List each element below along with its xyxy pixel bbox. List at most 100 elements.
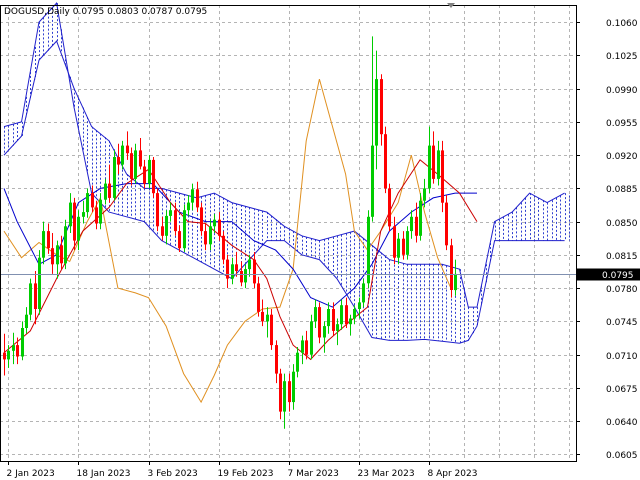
candle-body xyxy=(38,257,41,309)
candle-body xyxy=(165,215,168,236)
candle-body xyxy=(213,219,216,227)
candle-body xyxy=(191,189,194,203)
candle-body xyxy=(353,309,356,319)
candle-body xyxy=(406,231,409,255)
x-tick-label: 3 Feb 2023 xyxy=(148,469,198,479)
candle-bear[interactable] xyxy=(200,202,203,236)
candle-body xyxy=(367,216,370,284)
candle-body xyxy=(371,145,374,217)
candle-bear[interactable] xyxy=(152,157,155,198)
candle-bull[interactable] xyxy=(310,314,313,360)
candle-bull[interactable] xyxy=(29,278,32,321)
candle-body xyxy=(283,381,286,412)
y-tick-label: 0.0955 xyxy=(606,119,638,129)
candle-bear[interactable] xyxy=(445,195,448,251)
candle-body xyxy=(375,79,378,146)
candle-bull[interactable] xyxy=(183,204,186,253)
candle-bear[interactable] xyxy=(156,188,159,232)
y-tick-label: 0.0850 xyxy=(606,219,638,229)
candle-body xyxy=(169,210,172,216)
candle-body xyxy=(275,345,278,374)
y-tick-label: 0.1025 xyxy=(606,52,638,62)
candle-body xyxy=(292,371,295,403)
ohlc-values: 0.0795 0.0803 0.0787 0.0795 xyxy=(73,7,208,17)
candle-body xyxy=(441,150,444,203)
candle-bull[interactable] xyxy=(38,250,41,315)
candle-body xyxy=(345,305,348,325)
candle-bear[interactable] xyxy=(384,126,387,194)
candle-body xyxy=(323,326,326,338)
candle-body xyxy=(231,264,234,279)
candle-body xyxy=(270,314,273,346)
candle-body xyxy=(327,309,330,327)
candle-bull[interactable] xyxy=(148,155,151,189)
candle-body xyxy=(200,207,203,232)
y-tick-label: 0.0745 xyxy=(606,318,638,328)
candle-bear[interactable] xyxy=(388,183,391,232)
candle-body xyxy=(310,321,313,355)
candle-body xyxy=(415,216,418,236)
candle-body xyxy=(296,352,299,372)
candle-bull[interactable] xyxy=(113,150,116,201)
x-tick-label: 7 Mar 2023 xyxy=(288,469,339,479)
candle-body xyxy=(178,231,181,249)
candle-body xyxy=(410,216,413,232)
y-tick-label: 0.0605 xyxy=(606,451,638,461)
candle-body xyxy=(121,145,124,165)
candle-body xyxy=(253,259,256,284)
candle-body xyxy=(428,145,431,189)
candle-bull[interactable] xyxy=(406,226,409,260)
candle-bear[interactable] xyxy=(222,231,225,265)
candle-body xyxy=(305,340,308,355)
candle-body xyxy=(69,202,72,227)
price-chart[interactable]: 0.1060 0.1025 0.0990 0.0955 0.0920 0.0885 0.08… xyxy=(0,0,640,480)
candle-bull[interactable] xyxy=(64,219,67,270)
candle-body xyxy=(108,183,111,198)
candle-bear[interactable] xyxy=(270,309,273,350)
candle-body xyxy=(16,345,19,357)
candle-body xyxy=(437,150,440,179)
candle-body xyxy=(104,183,107,200)
candle-body xyxy=(86,193,89,213)
y-tick-label: 0.0990 xyxy=(606,86,638,96)
x-tick-label: 2 Jan 2023 xyxy=(7,469,55,479)
candle-body xyxy=(362,283,365,303)
candle-bull[interactable] xyxy=(367,210,370,289)
candle-body xyxy=(384,134,387,189)
candle-body xyxy=(332,309,335,331)
y-tick-label: 0.0885 xyxy=(606,185,638,195)
y-tick-label: 0.0675 xyxy=(606,385,638,395)
y-tick-label: 0.0920 xyxy=(606,152,638,162)
candle-body xyxy=(454,273,457,291)
candle-body xyxy=(56,245,59,265)
candle-body xyxy=(209,226,212,245)
candle-body xyxy=(183,210,186,249)
y-tick-label: 0.0640 xyxy=(606,418,638,428)
candle-body xyxy=(244,269,247,283)
candle-body xyxy=(222,235,225,260)
candle-body xyxy=(29,283,32,315)
candle-body xyxy=(42,231,45,258)
y-tick-label: 0.0815 xyxy=(606,252,638,262)
candle-body xyxy=(340,305,343,325)
candle-body xyxy=(134,150,137,179)
symbol-label: DOGUSD,Daily xyxy=(4,7,71,17)
candle-body xyxy=(301,340,304,353)
y-tick-label: 0.1060 xyxy=(606,19,638,29)
candle-bear[interactable] xyxy=(441,140,444,213)
x-tick-label: 23 Mar 2023 xyxy=(358,469,415,479)
candle-body xyxy=(47,231,50,249)
candle-body xyxy=(82,212,85,217)
candle-body xyxy=(34,283,37,309)
candle-bear[interactable] xyxy=(318,302,321,344)
candle-body xyxy=(423,188,426,201)
candle-body xyxy=(91,193,94,208)
candle-body xyxy=(349,318,352,325)
x-tick-label: 19 Feb 2023 xyxy=(218,469,274,479)
chart-window[interactable]: 0.1060 0.1025 0.0990 0.0955 0.0920 0.0885 0.08… xyxy=(0,0,640,480)
candle-body xyxy=(99,199,102,224)
candle-body xyxy=(139,150,142,167)
candle-body xyxy=(318,307,321,338)
candle-bear[interactable] xyxy=(450,238,453,298)
candle-body xyxy=(450,245,453,290)
